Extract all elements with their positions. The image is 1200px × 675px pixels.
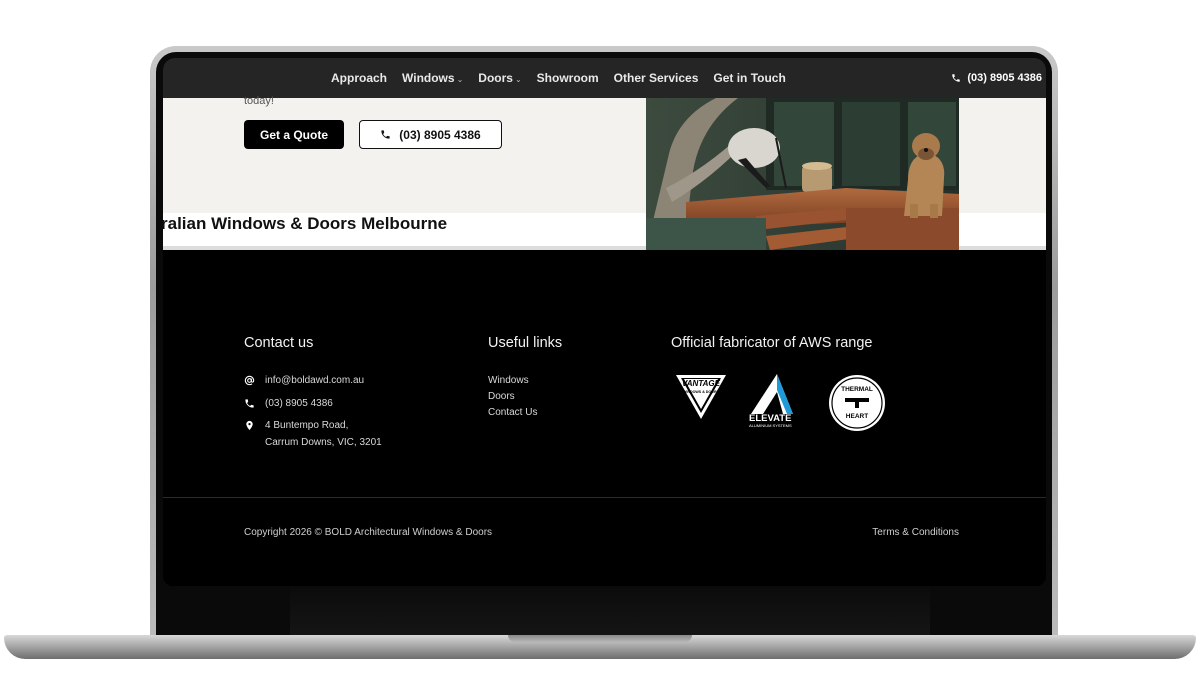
nav-phone-link[interactable]: (03) 8905 4386: [951, 58, 1042, 98]
nav-item-showroom[interactable]: Showroom: [537, 71, 599, 85]
nav-item-windows[interactable]: Windows ⌄: [402, 71, 463, 85]
phone-icon: [381, 130, 390, 139]
vantage-logo: VANTAGE WINDOWS & DOORS: [676, 375, 726, 419]
hero-photo: [646, 98, 959, 250]
hero-intro-text: today!: [244, 95, 274, 107]
contact-heading: Contact us: [244, 335, 314, 351]
contact-phone[interactable]: (03) 8905 4386: [244, 398, 333, 409]
call-button-label: (03) 8905 4386: [399, 127, 481, 142]
chevron-down-icon: ⌄: [456, 75, 464, 84]
footer-link-windows[interactable]: Windows: [488, 375, 529, 386]
location-pin-icon: [246, 420, 253, 431]
top-nav: Approach Windows ⌄ Doors ⌄ Showroom Other …: [163, 58, 1046, 98]
footer-divider: [163, 497, 1046, 498]
contact-address-line2: Carrum Downs, VIC, 3201: [265, 437, 382, 448]
contact-email[interactable]: info@boldawd.com.au: [244, 375, 364, 386]
thermalheart-logo-text: THERMAL: [841, 386, 873, 393]
at-icon: [244, 375, 255, 386]
chevron-down-icon: ⌄: [514, 75, 522, 84]
nav-item-approach[interactable]: Approach: [331, 71, 387, 85]
nav-phone-number: (03) 8905 4386: [967, 72, 1042, 84]
phone-icon: [245, 399, 254, 408]
site-footer: Contact us info@boldawd.com.au (03) 8905…: [163, 250, 1046, 586]
contact-phone-text: (03) 8905 4386: [265, 398, 333, 409]
laptop-notch: [508, 635, 692, 642]
elevate-logo-sub: ALUMINIUM SYSTEMS: [749, 423, 792, 428]
nav-item-doors-label: Doors: [478, 71, 513, 85]
nav-item-other-services[interactable]: Other Services: [614, 71, 699, 85]
dog-deck-photo: [646, 98, 959, 250]
vantage-logo-text: VANTAGE: [682, 379, 721, 388]
contact-email-text: info@boldawd.com.au: [265, 375, 365, 386]
contact-address-line1: 4 Buntempo Road,: [265, 420, 349, 431]
vantage-logo-sub: WINDOWS & DOORS: [683, 390, 720, 394]
thermalheart-logo: THERMAL HEART: [829, 375, 885, 431]
nav-item-windows-label: Windows: [402, 71, 455, 85]
hero-heading: ralian Windows & Doors Melbourne: [163, 214, 448, 233]
nav-item-get-in-touch[interactable]: Get in Touch: [713, 71, 785, 85]
call-button[interactable]: (03) 8905 4386: [359, 120, 502, 149]
keyboard-reflection: [290, 588, 930, 635]
terms-link[interactable]: Terms & Conditions: [872, 527, 959, 538]
thermalheart-logo-sub: HEART: [846, 413, 868, 420]
contact-address: 4 Buntempo Road,: [244, 420, 348, 431]
laptop-screen: Approach Windows ⌄ Doors ⌄ Showroom Other …: [163, 58, 1046, 586]
footer-link-contact-us[interactable]: Contact Us: [488, 407, 537, 418]
footer-link-doors[interactable]: Doors: [488, 391, 515, 402]
fabricator-heading: Official fabricator of AWS range: [671, 335, 873, 351]
useful-links-heading: Useful links: [488, 335, 563, 351]
phone-icon: [952, 74, 961, 82]
nav-links: Approach Windows ⌄ Doors ⌄ Showroom Other …: [331, 58, 786, 98]
copyright-text: Copyright 2026 © BOLD Architectural Wind…: [244, 527, 493, 538]
get-quote-button[interactable]: Get a Quote: [244, 120, 344, 149]
elevate-logo: ELEVATE ALUMINIUM SYSTEMS: [749, 374, 793, 428]
nav-item-doors[interactable]: Doors ⌄: [478, 71, 521, 85]
